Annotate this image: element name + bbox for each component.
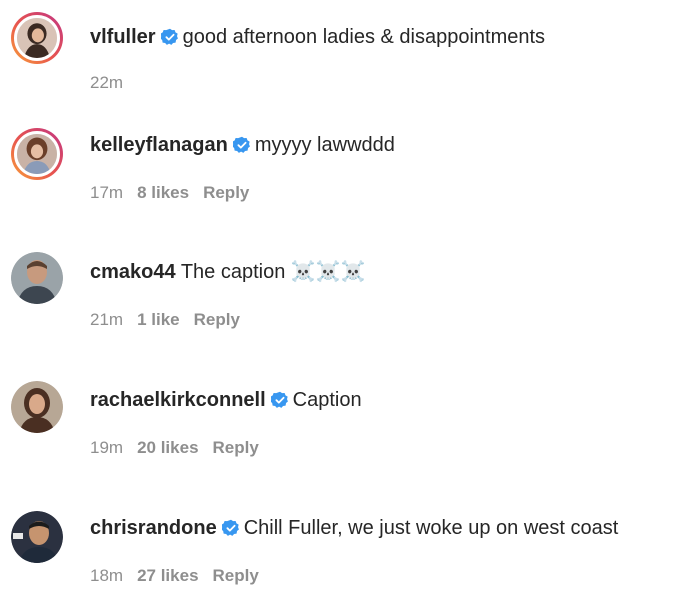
verified-badge-icon (232, 136, 251, 154)
username[interactable]: vlfuller (90, 26, 156, 48)
username[interactable]: chrisrandone (90, 517, 217, 539)
reply-button[interactable]: Reply (213, 438, 259, 457)
comment-item: chrisrandone Chill Fuller, we just woke u… (0, 501, 680, 611)
comment-time: 19m (90, 438, 124, 457)
comment-text: Caption (292, 389, 362, 411)
comment-item: rachaelkirkconnell Caption 19m 20 likes Rep… (0, 373, 680, 483)
likes-count-button[interactable]: 1 like (137, 310, 180, 329)
comment-text: Chill Fuller, we just woke up on west co… (243, 517, 619, 539)
comment-item: cmako44 The caption ☠️☠️☠️ 21m 1 like Repl… (0, 245, 680, 355)
verified-badge-icon (160, 28, 179, 46)
avatar[interactable] (11, 128, 63, 180)
comment-time: 22m (90, 73, 124, 92)
username[interactable]: cmako44 (90, 261, 176, 283)
comment-item: kelleyflanagan myyyy lawwddd 17m 8 likes Re… (0, 118, 680, 228)
reply-button[interactable]: Reply (213, 566, 259, 585)
avatar[interactable] (11, 511, 63, 563)
likes-count-button[interactable]: 27 likes (137, 566, 198, 585)
comment-time: 17m (90, 183, 124, 202)
reply-button[interactable]: Reply (194, 310, 240, 329)
comment-time: 21m (90, 310, 124, 329)
likes-count-button[interactable]: 8 likes (137, 183, 189, 202)
comment-time: 18m (90, 566, 124, 585)
comment-item: vlfuller good afternoon ladies & disappoi… (0, 0, 680, 110)
avatar[interactable] (11, 12, 63, 64)
likes-count-button[interactable]: 20 likes (137, 438, 198, 457)
username[interactable]: rachaelkirkconnell (90, 389, 266, 411)
avatar[interactable] (11, 252, 63, 304)
comment-text: good afternoon ladies & disappointments (182, 26, 546, 48)
username[interactable]: kelleyflanagan (90, 134, 228, 156)
verified-badge-icon (270, 391, 289, 409)
reply-button[interactable]: Reply (203, 183, 249, 202)
comment-text: The caption ☠️☠️☠️ (180, 261, 366, 283)
verified-badge-icon (221, 519, 240, 537)
avatar[interactable] (11, 381, 63, 433)
comment-text: myyyy lawwddd (254, 134, 395, 156)
